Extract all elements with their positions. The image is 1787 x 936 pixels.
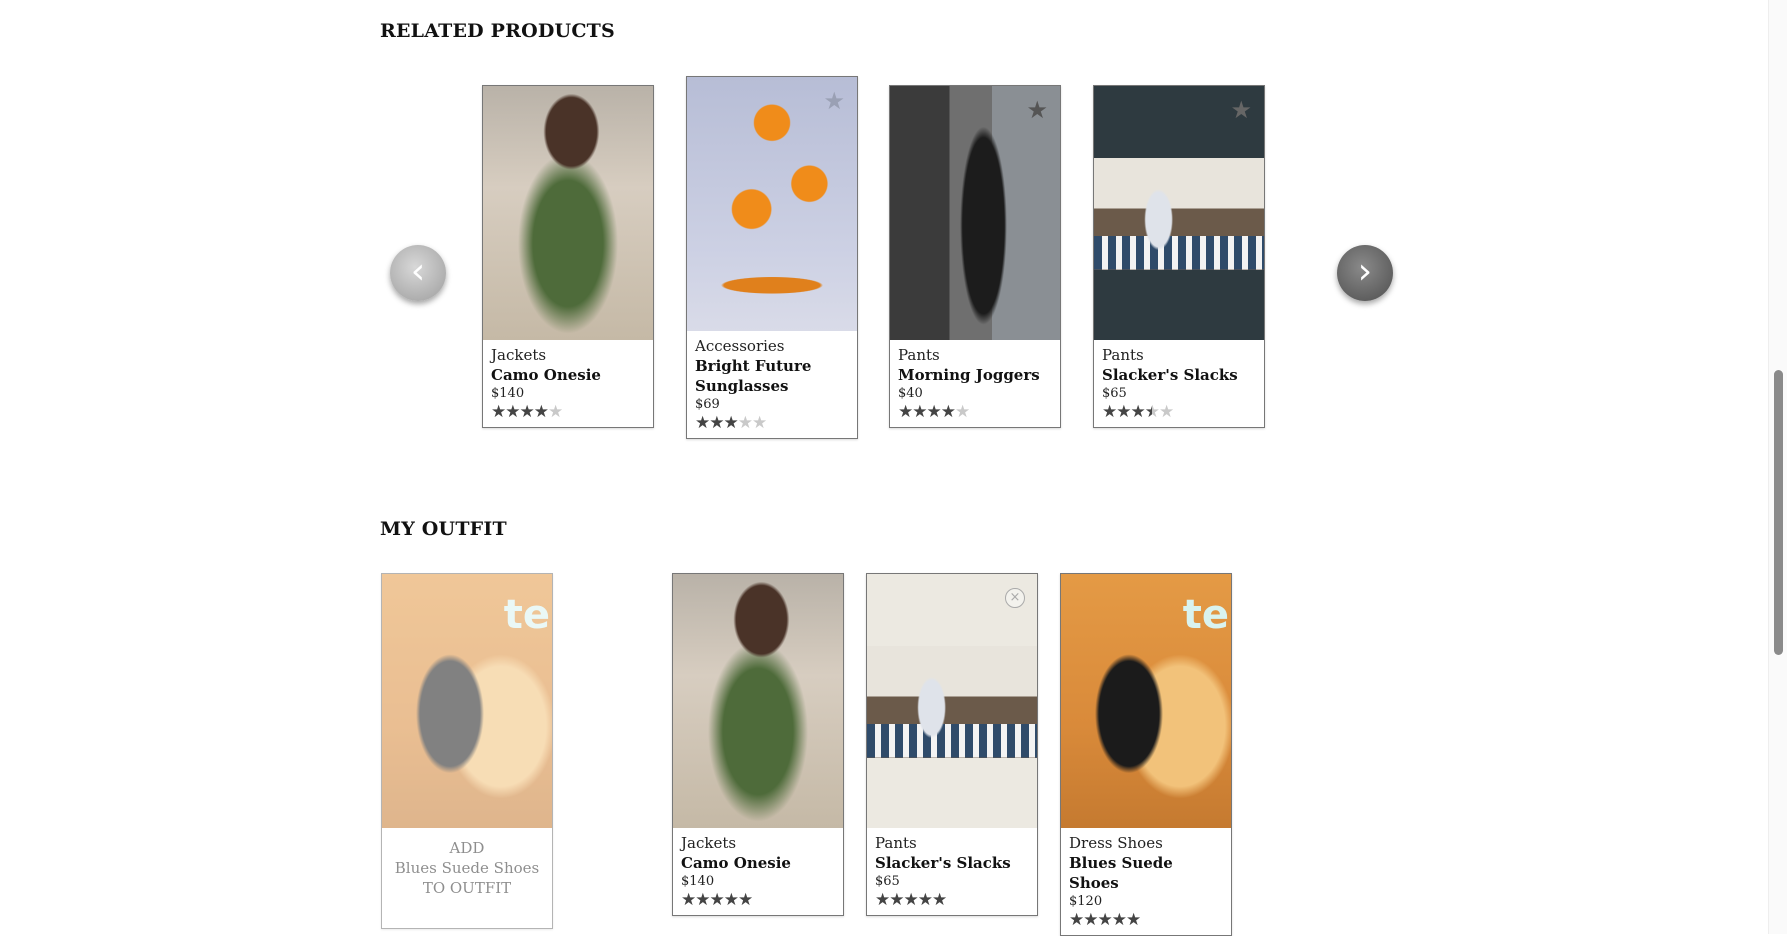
rating-star-icon: ★: [903, 890, 919, 910]
rating-star-icon: ★: [1111, 910, 1127, 930]
product-image: ★: [1094, 86, 1264, 340]
outfit-card[interactable]: × Pants Slacker's Slacks $65 ★★★★★: [866, 573, 1038, 916]
rating-star-icon: ★: [1144, 402, 1160, 422]
related-products-title: RELATED PRODUCTS: [380, 20, 615, 42]
rating-star-icon: ★: [955, 402, 970, 422]
add-product-name: Blues Suede Shoes: [394, 859, 540, 877]
scrollbar-thumb[interactable]: [1774, 370, 1783, 655]
my-outfit-title: MY OUTFIT: [380, 518, 507, 540]
related-product-card[interactable]: ★ Accessories Bright Future Sunglasses $…: [686, 76, 858, 439]
product-image: te: [382, 574, 552, 828]
related-product-card[interactable]: ★ Pants Morning Joggers $40 ★★★★★: [889, 85, 1061, 428]
rating-star-icon: ★: [533, 402, 549, 422]
star-icon[interactable]: ★: [1026, 96, 1048, 124]
star-rating: ★★★★★: [898, 403, 1052, 421]
rating-star-icon: ★: [926, 402, 942, 422]
star-rating: ★★★★★: [1069, 911, 1223, 929]
product-category: Accessories: [695, 337, 785, 355]
product-image: [673, 574, 843, 828]
wall-lettering: te: [1182, 592, 1229, 638]
rating-star-icon: ★: [889, 890, 904, 910]
rating-star-icon: ★: [1116, 402, 1131, 422]
product-name: Slacker's Slacks: [875, 854, 1011, 872]
rating-star-icon: ★: [932, 890, 947, 910]
rating-star-icon: ★: [723, 413, 739, 433]
product-category: Pants: [898, 346, 940, 364]
product-name: Bright Future Sunglasses: [695, 357, 812, 395]
product-price: $120: [1069, 894, 1103, 909]
rating-star-icon: ★: [898, 402, 913, 422]
add-suffix: TO OUTFIT: [422, 879, 512, 897]
carousel-prev-button[interactable]: ‹: [390, 245, 446, 301]
product-image: ×: [867, 574, 1037, 828]
product-price: $140: [681, 874, 715, 889]
rating-star-icon: ★: [709, 413, 724, 433]
outfit-card[interactable]: Jackets Camo Onesie $140 ★★★★★: [672, 573, 844, 916]
product-price: $65: [875, 874, 900, 889]
product-photo: [1094, 158, 1264, 270]
product-category: Dress Shoes: [1069, 834, 1163, 852]
rating-star-icon: ★: [875, 890, 890, 910]
rating-star-icon: ★: [737, 413, 753, 433]
related-product-card[interactable]: Jackets Camo Onesie $140 ★★★★★: [482, 85, 654, 428]
rating-star-icon: ★: [548, 402, 563, 422]
product-photo: [867, 646, 1037, 758]
product-name: Morning Joggers: [898, 366, 1040, 384]
star-rating: ★★★★★: [1102, 403, 1256, 421]
product-category: Pants: [875, 834, 917, 852]
rating-star-icon: ★: [912, 402, 927, 422]
related-product-card[interactable]: ★ Pants Slacker's Slacks $65 ★★★★★: [1093, 85, 1265, 428]
add-label: ADD: [449, 839, 485, 857]
star-rating: ★★★★★: [681, 891, 835, 909]
star-icon[interactable]: ★: [823, 87, 845, 115]
carousel-next-button[interactable]: ›: [1337, 245, 1393, 301]
rating-star-icon: ★: [681, 890, 696, 910]
wall-lettering: te: [503, 592, 550, 638]
product-image: ★: [687, 77, 857, 331]
rating-star-icon: ★: [695, 413, 710, 433]
rating-star-icon: ★: [917, 890, 933, 910]
star-icon[interactable]: ★: [1230, 96, 1252, 124]
product-price: $140: [491, 386, 525, 401]
rating-star-icon: ★: [519, 402, 535, 422]
product-category: Jackets: [491, 346, 547, 364]
rating-star-icon: ★: [1126, 910, 1141, 930]
rating-star-icon: ★: [1130, 402, 1146, 422]
rating-star-icon: ★: [491, 402, 506, 422]
product-image: [483, 86, 653, 340]
product-name: Slacker's Slacks: [1102, 366, 1238, 384]
add-to-outfit-card[interactable]: te ADD Blues Suede Shoes TO OUTFIT: [381, 573, 553, 929]
rating-star-icon: ★: [695, 890, 710, 910]
rating-star-icon: ★: [709, 890, 725, 910]
star-rating: ★★★★★: [491, 403, 645, 421]
rating-star-icon: ★: [1102, 402, 1117, 422]
chevron-right-icon: ›: [1357, 251, 1373, 292]
close-circle-icon[interactable]: ×: [1005, 588, 1025, 608]
product-price: $65: [1102, 386, 1127, 401]
product-image: te: [1061, 574, 1231, 828]
rating-star-icon: ★: [1083, 910, 1098, 930]
product-price: $40: [898, 386, 923, 401]
chevron-left-icon: ‹: [410, 251, 426, 292]
product-price: $69: [695, 397, 720, 412]
product-name: Camo Onesie: [491, 366, 601, 384]
rating-star-icon: ★: [752, 413, 767, 433]
rating-star-icon: ★: [723, 890, 739, 910]
product-name: Blues Suede Shoes: [1069, 854, 1173, 892]
rating-star-icon: ★: [738, 890, 753, 910]
rating-star-icon: ★: [1097, 910, 1113, 930]
rating-star-icon: ★: [1159, 402, 1174, 422]
star-rating: ★★★★★: [695, 414, 849, 432]
rating-star-icon: ★: [505, 402, 520, 422]
product-category: Pants: [1102, 346, 1144, 364]
outfit-card[interactable]: te Dress Shoes Blues Suede Shoes $120 ★★…: [1060, 573, 1232, 936]
product-category: Jackets: [681, 834, 737, 852]
rating-star-icon: ★: [1069, 910, 1084, 930]
product-name: Camo Onesie: [681, 854, 791, 872]
star-rating: ★★★★★: [875, 891, 1029, 909]
product-image: ★: [890, 86, 1060, 340]
rating-star-icon: ★: [940, 402, 956, 422]
